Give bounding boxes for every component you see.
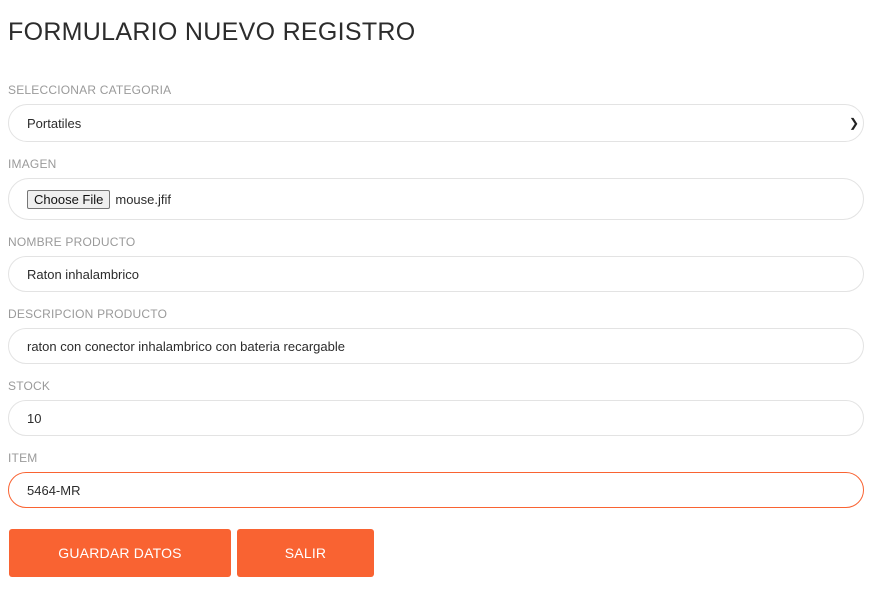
choose-file-button[interactable]: Choose File <box>27 189 111 209</box>
stock-input[interactable]: 10 <box>8 400 864 436</box>
page-title: FORMULARIO NUEVO REGISTRO <box>8 18 416 46</box>
item-value: 5464-MR <box>27 482 81 498</box>
descripcion-value: raton con conector inhalambrico con bate… <box>27 338 345 354</box>
categoria-select[interactable]: Portatiles ❯ <box>8 104 864 142</box>
salir-button[interactable]: SALIR <box>237 529 374 577</box>
nombre-input[interactable]: Raton inhalambrico <box>8 256 864 292</box>
categoria-value: Portatiles <box>27 115 82 131</box>
nombre-label: NOMBRE PRODUCTO <box>8 235 136 249</box>
guardar-datos-button[interactable]: GUARDAR DATOS <box>9 529 231 577</box>
item-label: ITEM <box>8 451 38 465</box>
stock-value: 10 <box>27 410 42 426</box>
chevron-down-icon: ❯ <box>848 116 859 130</box>
nombre-value: Raton inhalambrico <box>27 266 140 282</box>
stock-label: STOCK <box>8 379 51 393</box>
descripcion-input[interactable]: raton con conector inhalambrico con bate… <box>8 328 864 364</box>
item-input[interactable]: 5464-MR <box>8 472 864 508</box>
imagen-file-input[interactable]: Choose File mouse.jfif <box>8 178 864 220</box>
categoria-label: SELECCIONAR CATEGORIA <box>8 83 172 97</box>
file-name: mouse.jfif <box>115 191 172 207</box>
descripcion-label: DESCRIPCION PRODUCTO <box>8 307 168 321</box>
imagen-label: IMAGEN <box>8 157 57 171</box>
